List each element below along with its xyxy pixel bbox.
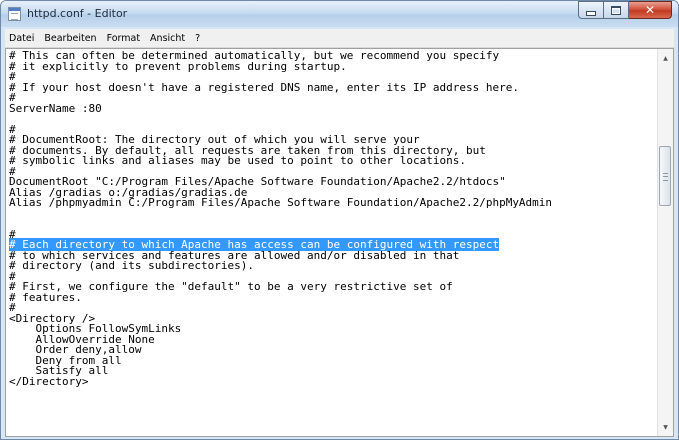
text-line[interactable]: # If your host doesn't have a registered…	[9, 80, 657, 94]
text-line[interactable]: Satisfy all	[9, 365, 657, 377]
menu-format[interactable]: Format	[103, 33, 146, 44]
line-text: # it explicitly to prevent problems duri…	[9, 59, 347, 73]
text-line[interactable]: #	[9, 92, 657, 104]
scroll-thumb[interactable]	[659, 146, 671, 206]
text-line[interactable]	[9, 209, 657, 220]
line-text: ServerName :80	[9, 101, 102, 115]
line-text: Alias /phpmyadmin C:/Program Files/Apach…	[9, 196, 553, 209]
title-bar[interactable]: httpd.conf - Editor ✕	[1, 1, 678, 27]
menu-ansicht[interactable]: Ansicht	[146, 33, 191, 44]
text-line[interactable]: # First, we configure the "default" to b…	[9, 281, 657, 293]
text-line[interactable]	[9, 114, 657, 125]
line-text: # directory (and its subdirectories).	[9, 259, 255, 272]
notepad-icon	[8, 7, 21, 21]
menu-bar: Datei Bearbeiten Format Ansicht ?	[5, 29, 674, 48]
maximize-button[interactable]	[604, 1, 629, 19]
text-line[interactable]: # features.	[9, 290, 657, 304]
text-line[interactable]: # it explicitly to prevent problems duri…	[9, 59, 657, 73]
window-title: httpd.conf - Editor	[27, 7, 128, 20]
text-line[interactable]	[9, 219, 657, 230]
text-line[interactable]: #	[9, 302, 657, 314]
scroll-grip-icon	[663, 173, 668, 181]
minimize-button[interactable]	[578, 1, 604, 19]
line-text: </Directory>	[9, 374, 89, 388]
line-text: # features.	[9, 290, 82, 304]
line-text: # symbolic links and aliases may be used…	[9, 154, 466, 167]
editor-window: httpd.conf - Editor ✕ Datei Bearbeiten F…	[0, 0, 679, 440]
scroll-down-arrow-icon[interactable]: ▼	[658, 420, 673, 434]
text-line[interactable]: </Directory>	[9, 374, 657, 388]
close-button[interactable]: ✕	[629, 1, 672, 19]
menu-bearbeiten[interactable]: Bearbeiten	[40, 33, 102, 44]
menu-help[interactable]: ?	[191, 33, 206, 44]
menu-datei[interactable]: Datei	[5, 33, 40, 44]
vertical-scrollbar[interactable]: ▲ ▼	[657, 49, 673, 436]
maximize-icon	[611, 5, 621, 15]
text-line[interactable]: ServerName :80	[9, 101, 657, 115]
line-text: # If your host doesn't have a registered…	[9, 80, 519, 94]
text-editor-area[interactable]: # This can often be determined automatic…	[5, 48, 674, 437]
text-line[interactable]: # directory (and its subdirectories).	[9, 259, 657, 272]
caption-buttons: ✕	[578, 1, 672, 20]
minimize-icon	[586, 10, 596, 16]
text-line[interactable]: Alias /phpmyadmin C:/Program Files/Apach…	[9, 196, 657, 209]
scroll-up-arrow-icon[interactable]: ▲	[658, 51, 673, 65]
editor-text[interactable]: # This can often be determined automatic…	[9, 50, 657, 388]
text-line[interactable]: # symbolic links and aliases may be used…	[9, 154, 657, 167]
close-icon: ✕	[644, 3, 656, 17]
